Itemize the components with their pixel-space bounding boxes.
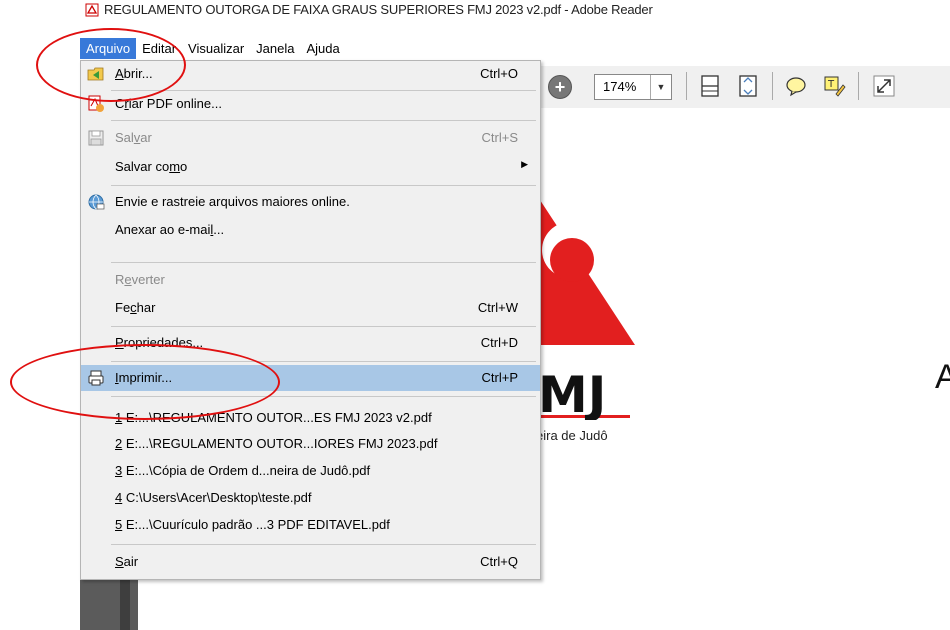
window-title: REGULAMENTO OUTORGA DE FAIXA GRAUS SUPER… [104,2,653,17]
comment-icon[interactable] [784,74,808,98]
menu-label: Reverter [115,272,165,287]
recent-file-label: 5 E:...\Cuurículo padrão ...3 PDF EDITAV… [115,517,390,532]
shortcut-label: Ctrl+S [481,130,518,145]
title-bar: REGULAMENTO OUTORGA DE FAIXA GRAUS SUPER… [0,0,950,20]
fit-page-icon[interactable] [698,74,722,98]
toolbar-separator [686,72,687,100]
fit-width-icon[interactable] [736,74,760,98]
pdf-icon [85,3,99,17]
file-menu-dropdown: Abrir... Ctrl+O Criar PDF online... Salv… [80,60,541,580]
highlight-text-icon[interactable]: T [822,74,846,98]
navigation-panel [80,580,138,630]
zoom-in-button[interactable]: + [548,75,572,99]
document-caption: eira de Judô [536,428,608,443]
send-track-globe-icon [88,194,105,210]
shortcut-label: Ctrl+W [477,300,518,315]
document-letter: A [935,358,950,396]
chevron-down-icon[interactable]: ▼ [650,75,671,99]
menu-label: Envie e rastreie arquivos maiores online… [115,194,350,209]
menu-item-fechar[interactable]: Fechar Ctrl+W [81,295,540,321]
menu-label: Fechar [115,300,156,315]
save-icon [88,130,104,146]
svg-text:T: T [827,79,835,90]
recent-file-item[interactable]: 3 E:...\Cópia de Ordem d...neira de Judô… [81,458,540,484]
recent-file-label: 3 E:...\Cópia de Ordem d...neira de Judô… [115,463,371,478]
submenu-arrow-icon: ▶ [521,159,528,169]
logo-text: MJ [538,366,606,420]
panel-scrollbar[interactable] [120,580,130,630]
menu-label: Salvar como [115,159,188,174]
menu-item-salvar-como[interactable]: Salvar como ▶ [81,154,540,180]
annotation-circle-arquivo [36,28,186,102]
menu-label: Salvar [115,130,152,145]
recent-file-label: 2 E:...\REGULAMENTO OUTOR...IORES FMJ 20… [115,436,438,451]
menu-separator [111,185,536,186]
annotation-circle-imprimir [10,344,280,420]
fullscreen-icon[interactable] [872,74,896,98]
toolbar: + 174% ▼ T [540,66,950,108]
menu-separator [111,326,536,327]
menu-visualizar[interactable]: Visualizar [182,38,250,59]
shortcut-label: Ctrl+O [480,66,518,81]
shortcut-label: Ctrl+D [480,335,518,350]
menu-bar: Arquivo Editar Visualizar Janela Ajuda [80,38,950,59]
menu-item-anexar-email[interactable]: Anexar ao e-mail... [81,217,540,243]
recent-file-item[interactable]: 2 E:...\REGULAMENTO OUTOR...IORES FMJ 20… [81,431,540,457]
menu-item-salvar: Salvar Ctrl+S [81,125,540,151]
menu-item-reverter: Reverter [81,267,540,293]
menu-janela[interactable]: Janela [250,38,300,59]
toolbar-separator [858,72,859,100]
zoom-value: 174% [603,79,637,94]
shortcut-label: Ctrl+Q [480,554,518,569]
menu-label: Sair [115,554,139,569]
zoom-select[interactable]: 174% ▼ [594,74,672,100]
menu-separator [111,262,536,263]
menu-ajuda[interactable]: Ajuda [300,38,345,59]
recent-file-item[interactable]: 4 C:\Users\Acer\Desktop\teste.pdf [81,485,540,511]
toolbar-separator [772,72,773,100]
menu-separator [111,120,536,121]
menu-label: Anexar ao e-mail... [115,222,225,237]
shortcut-label: Ctrl+P [481,370,518,385]
menu-item-envie-rastreie[interactable]: Envie e rastreie arquivos maiores online… [81,189,540,215]
menu-item-sair[interactable]: Sair Ctrl+Q [81,549,540,575]
menu-separator [111,544,536,545]
recent-file-item[interactable]: 5 E:...\Cuurículo padrão ...3 PDF EDITAV… [81,512,540,538]
recent-file-label: 4 C:\Users\Acer\Desktop\teste.pdf [115,490,312,505]
